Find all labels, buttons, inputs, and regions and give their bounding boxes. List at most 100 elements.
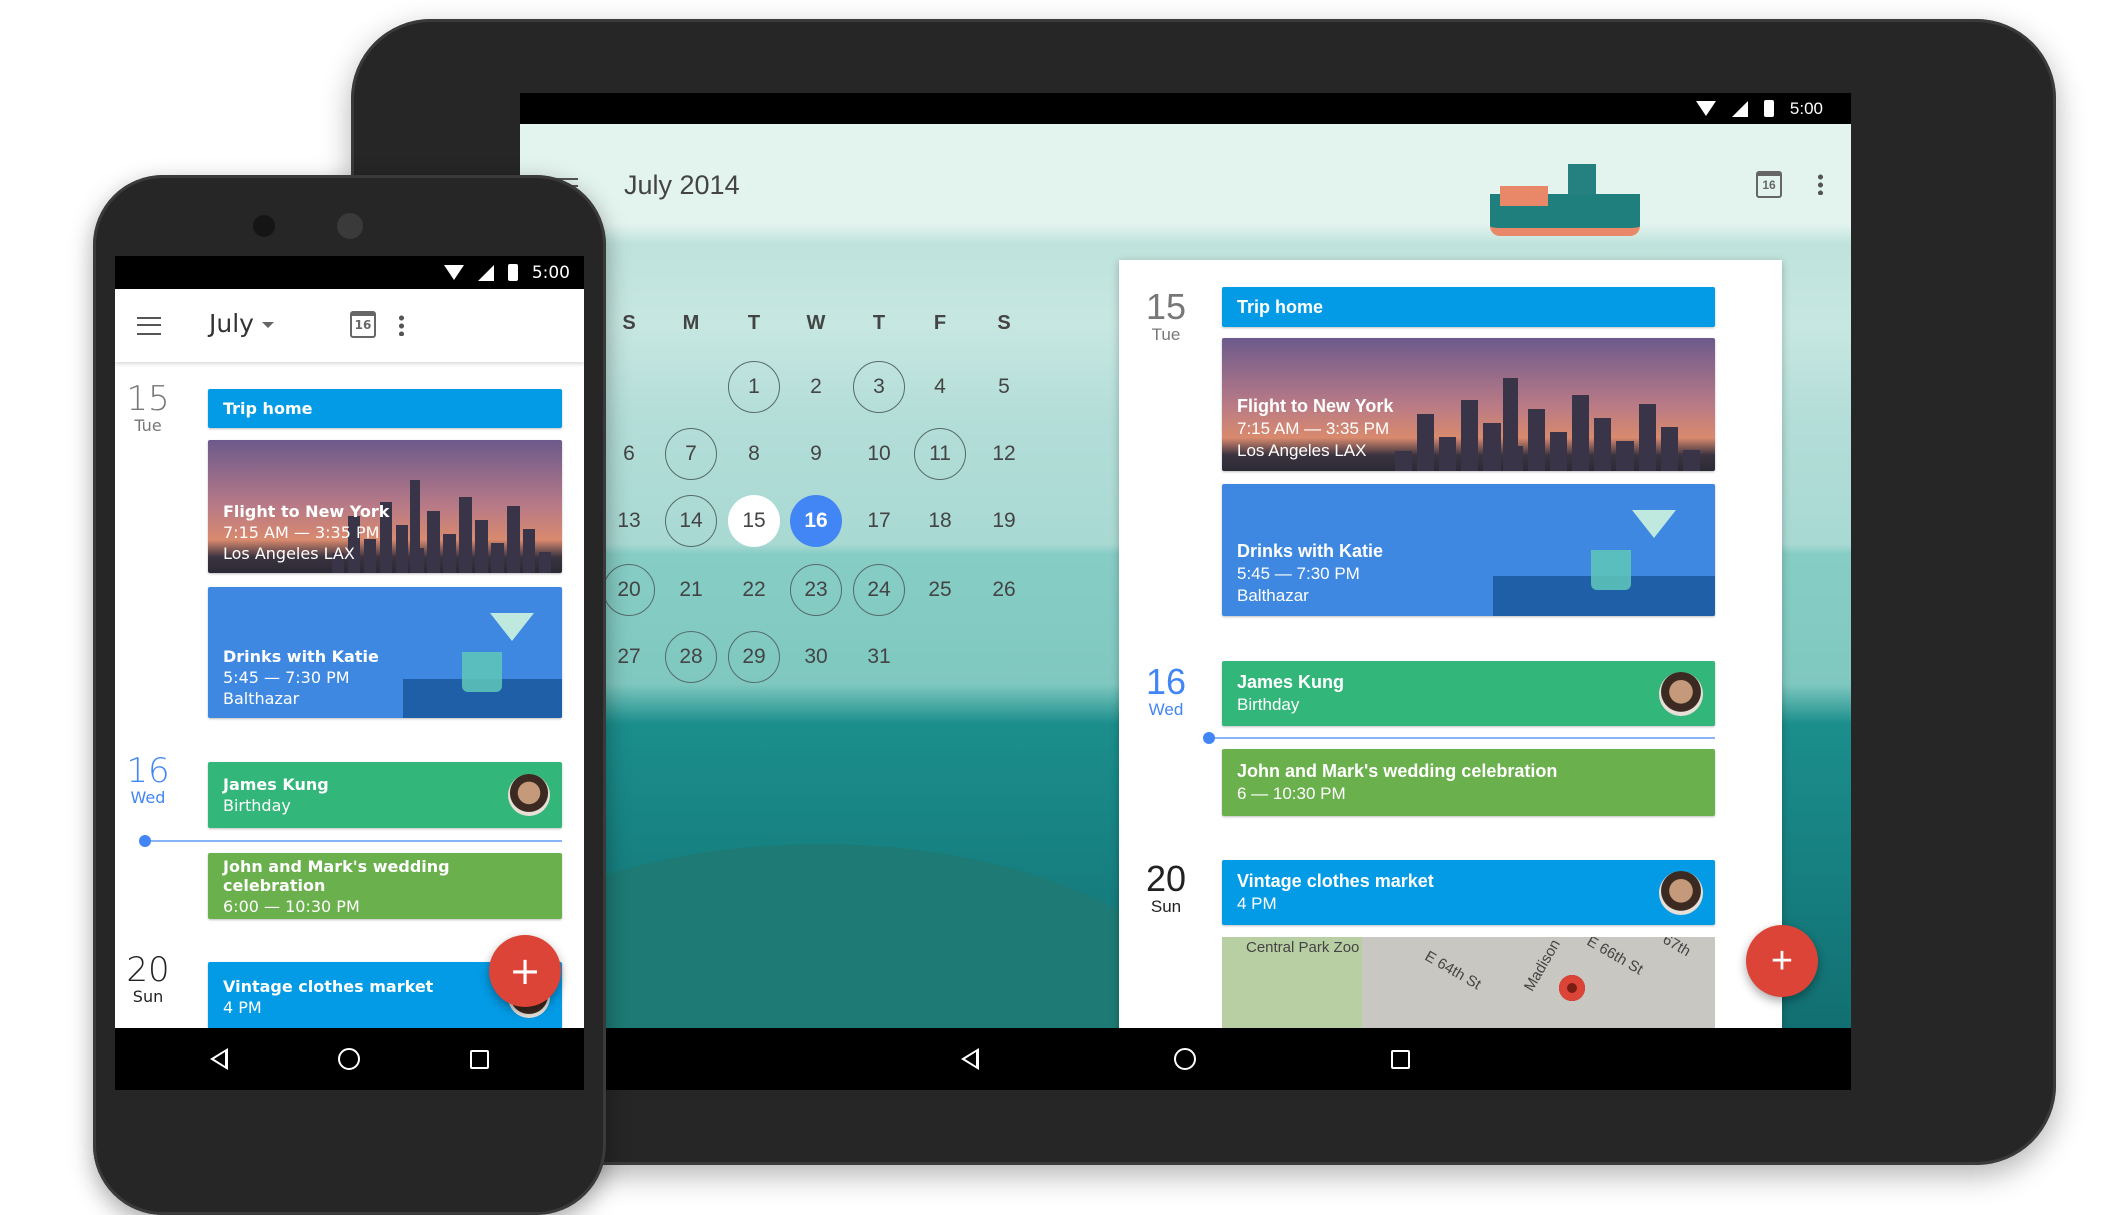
event-card[interactable]: Trip home <box>208 389 562 428</box>
calendar-day-21[interactable]: 21 <box>665 564 717 616</box>
weekday-header: W <box>806 312 826 334</box>
home-icon[interactable] <box>1174 1048 1196 1070</box>
date-label: 16 Wed <box>115 754 183 807</box>
event-title: James Kung <box>223 775 329 794</box>
calendar-day-26[interactable]: 26 <box>978 564 1030 616</box>
weekday-label: Sun <box>132 987 164 1006</box>
calendar-day-12[interactable]: 12 <box>978 428 1030 480</box>
calendar-day-13[interactable]: 13 <box>603 495 655 547</box>
app-bar: July 16 <box>115 289 584 362</box>
agenda-panel: 15 Tue Trip home Flight to New York 7:15 AM … <box>1119 260 1782 1047</box>
event-title: John and Mark's wedding celebration <box>223 856 450 895</box>
event-card[interactable]: Drinks with Katie 5:45 — 7:30 PM Balthazar <box>208 587 562 718</box>
event-detail: 7:15 AM — 3:35 PM <box>1237 419 1390 438</box>
calendar-day-24[interactable]: 24 <box>853 564 905 616</box>
calendar-day-20[interactable]: 20 <box>603 564 655 616</box>
calendar-day-19[interactable]: 19 <box>978 495 1030 547</box>
recents-icon[interactable] <box>470 1049 489 1069</box>
status-bar: 5:00 <box>520 93 1851 124</box>
calendar-day-9[interactable]: 9 <box>790 428 842 480</box>
event-card[interactable]: John and Mark's wedding celebration 6 — 1… <box>1222 749 1715 816</box>
calendar-day-5[interactable]: 5 <box>978 361 1030 413</box>
add-event-button[interactable]: + <box>489 935 561 1007</box>
event-detail: 7:15 AM — 3:35 PM <box>223 523 380 542</box>
date-number: 20 <box>126 950 170 990</box>
calendar-day-18[interactable]: 18 <box>914 495 966 547</box>
avatar <box>508 774 550 816</box>
martini-glass-icon <box>1631 510 1676 539</box>
date-label: 15 Tue <box>1133 289 1199 345</box>
event-detail: Balthazar <box>1237 586 1309 605</box>
wifi-icon <box>1695 101 1716 116</box>
event-card[interactable]: John and Mark's wedding celebration 6:00 … <box>208 853 562 919</box>
calendar-day-28[interactable]: 28 <box>665 631 717 683</box>
calendar-day-2[interactable]: 2 <box>790 361 842 413</box>
today-calendar-icon[interactable]: 16 <box>350 311 376 338</box>
weekday-label: Tue <box>1151 325 1181 344</box>
event-detail: Birthday <box>223 796 291 815</box>
calendar-day-29[interactable]: 29 <box>728 631 780 683</box>
weekday-header: S <box>997 312 1011 334</box>
calendar-day-8[interactable]: 8 <box>728 428 780 480</box>
event-card[interactable]: Flight to New York 7:15 AM — 3:35 PM Los A… <box>1222 338 1715 471</box>
event-card[interactable]: Vintage clothes market 4 PM <box>1222 860 1715 925</box>
more-vert-icon[interactable] <box>1818 173 1823 195</box>
calendar-day-31[interactable]: 31 <box>853 631 905 683</box>
event-card[interactable]: James Kung Birthday <box>1222 661 1715 726</box>
month-dropdown[interactable]: July <box>209 309 274 338</box>
nav-bar <box>115 1028 584 1090</box>
calendar-day-10[interactable]: 10 <box>853 428 905 480</box>
back-icon[interactable] <box>210 1048 228 1070</box>
event-detail: Balthazar <box>223 689 300 708</box>
event-card[interactable]: James Kung Birthday <box>208 762 562 828</box>
today-calendar-icon[interactable]: 16 <box>1756 171 1782 198</box>
calendar-day-15[interactable]: 15 <box>728 495 780 547</box>
calendar-day-23[interactable]: 23 <box>790 564 842 616</box>
calendar-day-16[interactable]: 16 <box>790 495 842 547</box>
current-time-dot <box>1203 732 1215 744</box>
tablet-screen: 5:00 July 2014 16 S M T W T F S 1 2 3 4 5 6 7 8 9 10 11 12… <box>520 93 1851 1090</box>
event-title: Flight to New York <box>1237 396 1394 416</box>
weekday-header: T <box>747 312 761 334</box>
date-label: 20 Sun <box>115 953 183 1006</box>
weekday-header: F <box>933 312 947 334</box>
month-title: July <box>209 309 254 338</box>
recents-icon[interactable] <box>1391 1049 1410 1069</box>
page-title: July 2014 <box>624 170 740 200</box>
phone-camera <box>253 215 275 237</box>
event-card[interactable]: Flight to New York 7:15 AM — 3:35 PM Los A… <box>208 440 562 573</box>
map-label: 67th <box>1659 937 1694 961</box>
calendar-day-6[interactable]: 6 <box>603 428 655 480</box>
event-detail: 6:00 — 10:30 PM <box>223 896 360 916</box>
calendar-day-1[interactable]: 1 <box>728 361 780 413</box>
calendar-day-4[interactable]: 4 <box>914 361 966 413</box>
home-icon[interactable] <box>338 1048 360 1070</box>
weekday-header: S <box>622 312 636 334</box>
wifi-icon <box>443 265 464 280</box>
calendar-day-3[interactable]: 3 <box>853 361 905 413</box>
event-card[interactable]: Trip home <box>1222 287 1715 327</box>
menu-icon[interactable] <box>137 317 161 335</box>
avatar <box>1659 671 1703 716</box>
event-detail: Birthday <box>1237 695 1300 714</box>
event-title: Trip home <box>1237 296 1324 317</box>
event-title: Vintage clothes market <box>1237 871 1434 891</box>
calendar-day-11[interactable]: 11 <box>914 428 966 480</box>
calendar-day-30[interactable]: 30 <box>790 631 842 683</box>
more-vert-icon[interactable] <box>399 314 404 336</box>
date-label: 15 Tue <box>115 382 183 435</box>
back-icon[interactable] <box>961 1048 979 1070</box>
calendar-day-25[interactable]: 25 <box>914 564 966 616</box>
calendar-day-27[interactable]: 27 <box>603 631 655 683</box>
calendar-day-14[interactable]: 14 <box>665 495 717 547</box>
event-detail: 4 PM <box>223 998 262 1017</box>
add-event-button[interactable]: + <box>1746 925 1818 997</box>
event-detail: 5:45 — 7:30 PM <box>223 668 350 687</box>
calendar-day-17[interactable]: 17 <box>853 495 905 547</box>
date-number: 16 <box>1145 661 1187 702</box>
event-title: Trip home <box>223 399 313 418</box>
calendar-day-22[interactable]: 22 <box>728 564 780 616</box>
signal-icon <box>477 264 494 281</box>
event-card[interactable]: Drinks with Katie 5:45 — 7:30 PM Balthazar <box>1222 484 1715 616</box>
calendar-day-7[interactable]: 7 <box>665 428 717 480</box>
